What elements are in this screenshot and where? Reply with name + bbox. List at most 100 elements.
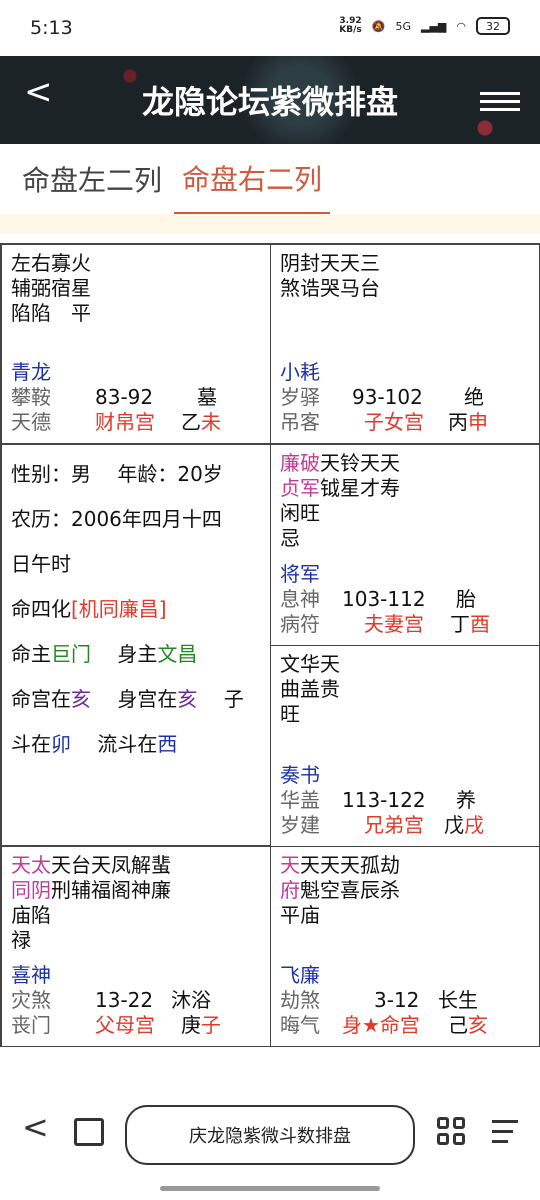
star-line: 陷陷 平 [11, 301, 91, 325]
spirit-label: 岁驿 [280, 385, 320, 409]
spirit-label: 劫煞 [280, 988, 320, 1012]
age-range: 93-102 [352, 385, 423, 409]
spirit-label: 晦气 [280, 1013, 320, 1037]
gender-label: 性别： [11, 462, 71, 486]
minor-stars: 魁空喜辰杀 [300, 878, 400, 902]
dou-value: 卯 [51, 732, 71, 756]
signal-icon: ▂▄▆ [421, 19, 447, 33]
sihua-label: 命四化 [11, 597, 71, 621]
palace-cell-zi[interactable]: 天太天台天凤解蜚 同阴刑辅福阁神廉 庙陷 禄 喜神 灾煞 13-22 沐浴 丧门… [1, 846, 271, 1047]
tab-left-two-columns[interactable]: 命盘左二列 [22, 144, 162, 214]
palace-name: 夫妻宫 [364, 612, 424, 636]
browser-toolbar: < 庆龙隐紫微斗数排盘 [0, 1090, 540, 1180]
stem: 乙 [181, 410, 201, 434]
gender-value: 男 [71, 462, 91, 486]
ming-palace-label: 命宫在 [11, 687, 71, 711]
palace-name: 财帛宫 [95, 410, 155, 434]
minor-stars: 天台天凤解蜚 [51, 853, 171, 877]
brightness-line: 平庙 [280, 903, 320, 927]
stem: 己 [448, 1013, 468, 1037]
star-line: 府魁空喜辰杀 [280, 878, 530, 903]
spirit-label: 丧门 [11, 1013, 51, 1037]
star-line: 天太天台天凤解蜚 [11, 853, 261, 878]
brightness-line: 旺 [280, 702, 300, 726]
palace-cell-shen[interactable]: 阴封天天三 煞诰哭马台 小耗 岁驿 93-102 绝 吊客 子女宫 丙申 [270, 244, 540, 444]
star-line: 同阴刑辅福阁神廉 [11, 878, 261, 903]
sihua-line: 命四化[机同廉昌] [11, 594, 261, 625]
palace-cell-you[interactable]: 廉破天铃天天 贞军钺星才寿 闲旺 忌 将军 息神 103-112 胎 病符 夫妻… [270, 444, 540, 646]
shen-master-label: 身主 [117, 642, 158, 666]
app-header: < 龙隐论坛紫微排盘 [0, 56, 540, 144]
spirit-label: 华盖 [280, 788, 320, 812]
palace-location-line: 命宫在亥 身宫在亥 子 [11, 684, 261, 715]
lunar-line: 农历：2006年四月十四 [11, 504, 261, 535]
minor-stars: 天天天孤劫 [300, 853, 400, 877]
ming-master-value: 巨门 [51, 642, 91, 666]
status-bar: 5:13 3.92 KB/s 🔕 5G ▂▄▆ ◠ 32 [0, 0, 540, 56]
palace-cell-hai[interactable]: 天天天天孤劫 府魁空喜辰杀 平庙 飞廉 劫煞 3-12 长生 晦气 身★命宫 己… [270, 846, 540, 1047]
branch: 子 [201, 1013, 221, 1037]
home-indicator[interactable] [160, 1186, 380, 1191]
spirit-label: 灾煞 [11, 988, 51, 1012]
signal-label: 5G [395, 19, 411, 33]
lunar-label: 农历： [11, 507, 71, 531]
stem: 庚 [181, 1013, 201, 1037]
palace-name: 父母宫 [95, 1013, 155, 1037]
major-stars: 天 [280, 853, 300, 877]
god-name: 将军 [280, 562, 320, 586]
back-icon[interactable]: < [22, 1108, 49, 1146]
life-stage: 胎 [456, 587, 476, 611]
age-label: 年龄： [117, 462, 178, 486]
sihua-marker: 禄 [11, 928, 31, 952]
liudou-value: 西 [157, 732, 178, 756]
ming-master-label: 命主 [11, 642, 51, 666]
apps-grid-icon[interactable] [437, 1117, 467, 1147]
life-stage: 沐浴 [171, 988, 211, 1012]
branch: 未 [201, 410, 221, 434]
palace-name: 子女宫 [364, 410, 424, 434]
god-name: 小耗 [280, 360, 320, 384]
age-value: 20岁 [177, 462, 223, 486]
back-icon[interactable]: < [24, 72, 53, 112]
tab-right-two-columns[interactable]: 命盘右二列 [174, 144, 331, 214]
shen-master-value: 文昌 [157, 642, 198, 666]
chart-info-panel: 性别：男 年龄：20岁 农历：2006年四月十四 日午时 命四化[机同廉昌] 命… [1, 444, 271, 846]
life-stage: 养 [456, 788, 476, 812]
branch: 申 [468, 410, 488, 434]
tabs-icon[interactable] [74, 1118, 104, 1146]
palace-cell-xu[interactable]: 文华天 曲盖贵 旺 奏书 华盖 113-122 养 岁建 兄弟宫 戊戌 [270, 645, 540, 847]
brightness-line: 庙陷 [11, 903, 51, 927]
sihua-value: [机同廉昌] [71, 597, 167, 621]
god-name: 喜神 [11, 963, 51, 987]
spirit-label: 息神 [280, 587, 320, 611]
zi-text: 子 [223, 687, 244, 711]
star-line: 辅弼宿星 [11, 276, 91, 300]
star-line: 煞诰哭马台 [280, 276, 380, 300]
age-range: 113-122 [342, 788, 426, 812]
age-range: 103-112 [342, 587, 426, 611]
lunar-date: 2006年四月十四 [71, 507, 222, 531]
stem: 丙 [448, 410, 468, 434]
star-line: 阴封天天三 [280, 251, 380, 275]
age-range: 13-22 [95, 988, 154, 1012]
spirit-label: 病符 [280, 612, 320, 636]
stem: 戊 [444, 813, 464, 837]
palace-name: 兄弟宫 [364, 813, 424, 837]
spirit-label: 岁建 [280, 813, 320, 837]
dou-line: 斗在卯 流斗在西 [11, 729, 261, 760]
minor-stars: 钺星才寿 [320, 476, 400, 500]
network-speed: 3.92 KB/s [339, 16, 362, 35]
battery-icon: 32 [476, 17, 510, 35]
age-range: 83-92 [95, 385, 154, 409]
address-bar[interactable]: 庆龙隐紫微斗数排盘 [125, 1105, 415, 1165]
god-name: 奏书 [280, 763, 320, 787]
stem: 丁 [450, 612, 470, 636]
more-menu-icon[interactable] [492, 1120, 518, 1150]
palace-cell-wei[interactable]: 左右寡火 辅弼宿星 陷陷 平 青龙 攀鞍 83-92 墓 天德 财帛宫 乙未 [1, 244, 271, 444]
life-stage: 绝 [464, 385, 484, 409]
branch: 酉 [470, 612, 490, 636]
wifi-icon: ◠ [456, 19, 466, 33]
star-line: 贞军钺星才寿 [280, 476, 530, 501]
major-stars: 廉破 [280, 451, 320, 475]
menu-icon[interactable] [480, 92, 520, 116]
